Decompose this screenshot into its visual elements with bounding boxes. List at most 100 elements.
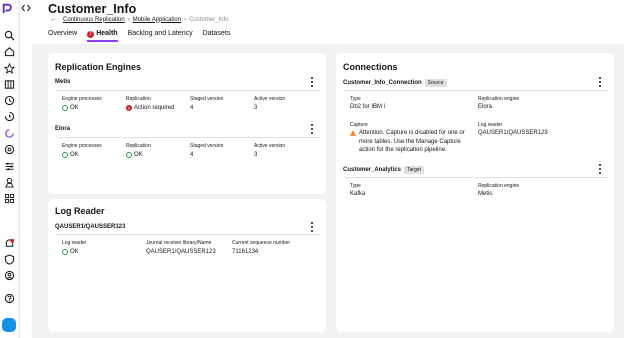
column-header: Replication [126, 143, 151, 149]
field-label: Log reader [478, 122, 503, 128]
clock-icon[interactable] [3, 110, 16, 123]
tab-backlog-latency[interactable]: Backlog and Latency [128, 28, 193, 42]
breadcrumb-continuous-replication[interactable]: Continuous Replication [63, 17, 125, 23]
column-header: Engine processes [62, 143, 102, 149]
connection-type: Kafka [350, 191, 366, 197]
ok-icon [62, 105, 68, 111]
source-tag: Source [424, 79, 447, 87]
staged-version: 4 [190, 105, 194, 111]
column-header: Staged version [190, 143, 224, 149]
tab-overview[interactable]: Overview [48, 28, 77, 42]
staged-version: 4 [190, 152, 194, 158]
overflow-menu-icon[interactable] [310, 77, 314, 87]
catalog-icon[interactable] [3, 78, 16, 91]
log-reader-status: OK [62, 249, 79, 255]
target-tag: Target [404, 166, 424, 174]
divider [55, 137, 320, 138]
overflow-menu-icon[interactable] [310, 124, 314, 134]
column-header: Journal receiver library/Name [146, 240, 212, 246]
search-icon[interactable] [3, 29, 16, 42]
replication-engine: Elora [478, 104, 493, 110]
apps-icon[interactable] [3, 192, 16, 205]
collapse-icon[interactable] [21, 3, 31, 13]
tab-label: Overview [48, 30, 78, 37]
connection-name[interactable]: Customer_Info_Connection [343, 80, 422, 86]
engine-name: Elora [55, 126, 71, 132]
capture-warning: Attention. Capture is disabled for one o… [350, 129, 472, 155]
connection-header: Customer_Info_Connection Source [343, 79, 447, 87]
field-label: Replication engine [478, 183, 520, 189]
column-header: Active version [254, 96, 286, 102]
active-version: 3 [254, 105, 258, 111]
engine-process-status: OK [62, 152, 79, 158]
column-header: Replication [126, 96, 151, 102]
tab-label: Datasets [202, 30, 231, 37]
ok-icon [62, 152, 68, 158]
journal-receiver: QAUSER1/QAUSSER123 [146, 249, 216, 255]
connections-card: Connections Customer_Info_Connection Sou… [336, 53, 614, 332]
engine-process-status: OK [62, 105, 79, 111]
home-icon[interactable] [3, 45, 16, 58]
divider [55, 234, 320, 235]
log-reader-value: QAUSER1/QAUSSER123 [478, 130, 548, 136]
replication-engines-card: Replication Engines Metis Engine process… [48, 53, 326, 194]
tab-label: Backlog and Latency [127, 30, 193, 37]
log-reader-source: QAUSER1/QAUSSER123 [55, 224, 126, 230]
field-label: Capture [350, 122, 368, 128]
sliders-icon[interactable] [3, 160, 16, 173]
column-header: Staged version [190, 96, 224, 102]
ok-icon [126, 152, 132, 158]
product-logo [2, 3, 12, 14]
breadcrumb: ← Continuous Replication › Mobile Applic… [50, 16, 228, 23]
notification-icon[interactable] [3, 237, 16, 250]
tab-datasets[interactable]: Datasets [203, 28, 231, 42]
alert-icon: ! [87, 30, 95, 38]
column-header: Engine processes [62, 96, 102, 102]
connection-name[interactable]: Customer_Analytics [343, 167, 401, 173]
side-rail [0, 0, 20, 338]
divider [343, 90, 608, 91]
replication-icon[interactable] [3, 127, 16, 140]
card-title: Replication Engines [55, 62, 142, 72]
engine-name: Metis [55, 79, 71, 85]
ok-icon [62, 249, 68, 255]
connection-header: Customer_Analytics Target [343, 166, 424, 174]
tab-health[interactable]: ! Health [87, 28, 118, 42]
log-reader-card: Log Reader QAUSER1/QAUSSER123 Log reader… [48, 199, 326, 332]
history-icon[interactable] [3, 94, 16, 107]
chat-icon[interactable] [2, 318, 16, 332]
divider [343, 177, 608, 178]
tab-label: Health [96, 30, 118, 37]
overflow-menu-icon[interactable] [310, 222, 314, 232]
star-icon[interactable] [3, 62, 16, 75]
column-header: Active version [254, 143, 286, 149]
breadcrumb-separator: › [184, 16, 187, 23]
replication-status: ! Action required [126, 105, 174, 111]
error-icon: ! [126, 105, 132, 111]
support-icon[interactable] [3, 269, 16, 282]
field-label: Type [350, 183, 361, 189]
overflow-menu-icon[interactable] [598, 164, 602, 174]
help-icon[interactable] [3, 292, 16, 305]
replication-status: OK [126, 152, 143, 158]
settings-icon[interactable] [3, 143, 16, 156]
back-arrow-icon[interactable]: ← [50, 16, 57, 23]
divider [55, 90, 320, 91]
page-title: Customer_Info [48, 2, 137, 16]
active-version: 3 [254, 152, 258, 158]
replication-engine: Metis [478, 191, 493, 197]
connection-type: Db2 for IBM i [350, 104, 386, 110]
deploy-icon[interactable] [3, 176, 16, 189]
tab-bar: Overview ! Health Backlog and Latency Dat… [48, 28, 230, 42]
overflow-menu-icon[interactable] [598, 77, 602, 87]
field-label: Type [350, 96, 361, 102]
breadcrumb-mobile-application[interactable]: Mobile Application [133, 17, 181, 23]
breadcrumb-current: Customer_Info [189, 16, 229, 23]
sequence-number: 71161234 [232, 249, 259, 255]
card-title: Log Reader [55, 206, 105, 216]
shield-icon[interactable] [3, 253, 16, 266]
field-label: Replication engine [478, 96, 520, 102]
column-header: Log reader [62, 240, 87, 246]
card-title: Connections [343, 62, 398, 72]
warning-icon [350, 130, 356, 136]
